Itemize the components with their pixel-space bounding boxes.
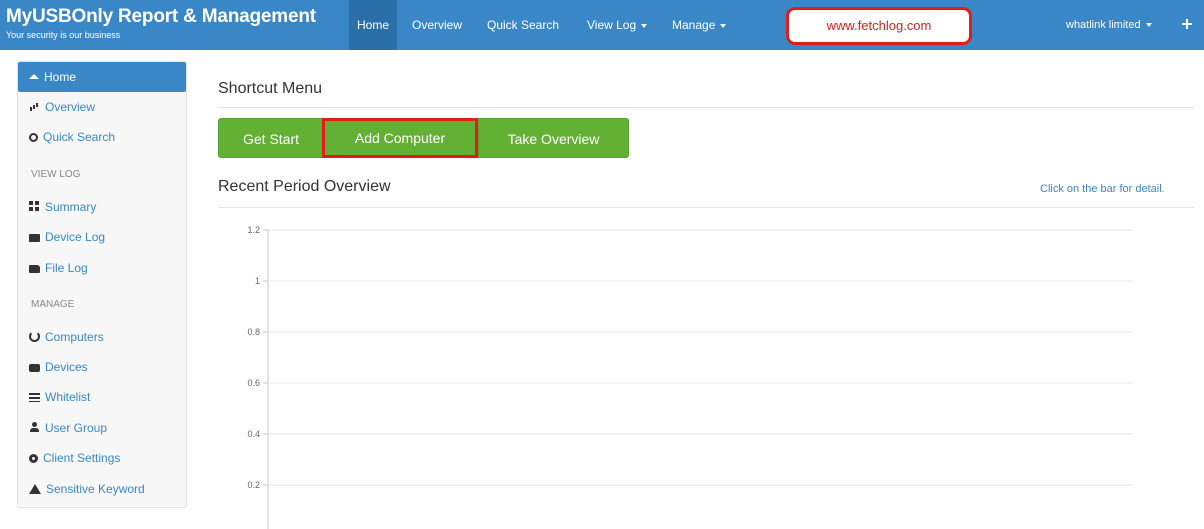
sidebar-item-label: Whitelist [45,390,91,404]
sidebar-item-label: Home [44,70,77,84]
drive-icon [29,234,40,242]
sidebar: Home Overview Quick Search VIEW LOG Summ… [17,61,187,508]
bar-chart-icon [29,101,40,112]
user-icon [29,422,40,433]
sidebar-item-device-log[interactable]: Device Log [18,222,186,252]
sidebar-item-home[interactable]: Home [18,62,186,92]
y-tick-label: 1.2 [247,225,260,235]
nav-overview-label: Overview [412,18,463,32]
sidebar-item-label: Overview [45,100,96,114]
nav-home[interactable]: Home [349,0,398,50]
folder-open-icon [29,265,40,273]
overview-chart[interactable]: 1.2 1 0.8 0.6 0.4 0.2 [218,215,1158,529]
divider [218,107,1194,108]
sidebar-item-devices[interactable]: Devices [18,352,186,382]
warning-icon [29,484,41,494]
user-menu[interactable]: whatlink limited [1066,0,1152,50]
sidebar-item-summary[interactable]: Summary [18,192,186,222]
y-tick-label: 0.6 [247,378,260,388]
y-tick-label: 0.2 [247,480,260,490]
get-start-button[interactable]: Get Start [218,118,324,158]
add-computer-label: Add Computer [327,123,473,153]
brand-subtitle: Your security is our business [6,30,121,40]
home-icon [29,74,39,79]
sidebar-item-whitelist[interactable]: Whitelist [18,382,186,412]
cog-icon [29,454,38,463]
nav-manage-label: Manage [672,18,716,32]
camera-icon [29,364,40,372]
sidebar-item-label: Computers [45,330,104,344]
sidebar-item-label: User Group [45,421,108,435]
sidebar-item-label: Sensitive Keyword [46,482,145,496]
nav-home-label: Home [357,18,390,32]
sidebar-header-manage: MANAGE [31,299,75,310]
nav-view-log[interactable]: View Log [587,0,648,50]
y-tick-label: 0.8 [247,327,260,337]
sidebar-item-label: Device Log [45,230,106,244]
sidebar-item-user-group[interactable]: User Group [18,413,186,443]
chart-hint-link[interactable]: Click on the bar for detail. [1040,183,1165,195]
chevron-down-icon [1145,23,1152,28]
nav-quick-search[interactable]: Quick Search [487,0,559,50]
y-tick-label: 0.4 [247,429,260,439]
shortcut-menu-title: Shortcut Menu [218,80,323,97]
sidebar-item-quick-search[interactable]: Quick Search [18,122,186,152]
take-overview-button[interactable]: Take Overview [478,118,629,158]
nav-overview[interactable]: Overview [412,0,462,50]
chevron-down-icon [641,23,648,28]
nav-view-log-label: View Log [587,18,637,32]
top-navbar: MyUSBOnly Report & Management Your secur… [0,0,1204,50]
sidebar-item-label: Client Settings [43,451,121,465]
brand-title: MyUSBOnly Report & Management [6,6,316,27]
sidebar-item-label: Devices [45,360,88,374]
sidebar-item-file-log[interactable]: File Log [18,253,186,283]
y-tick-label: 1 [255,276,260,286]
sidebar-item-sensitive-keyword[interactable]: Sensitive Keyword [18,474,186,504]
site-url-badge: www.fetchlog.com [786,7,972,45]
brand[interactable]: MyUSBOnly Report & Management Your secur… [6,6,316,40]
sidebar-item-label: Summary [45,200,97,214]
sidebar-item-overview[interactable]: Overview [18,92,186,122]
recent-overview-title: Recent Period Overview [218,178,391,195]
user-menu-label: whatlink limited [1066,19,1141,31]
sidebar-header-view-log: VIEW LOG [31,169,81,180]
add-computer-button[interactable]: Add Computer [322,118,478,158]
nav-manage[interactable]: Manage [672,0,727,50]
grid-icon [29,201,40,212]
chevron-down-icon [720,23,727,28]
nav-quick-search-label: Quick Search [487,18,560,32]
divider [218,207,1194,208]
power-icon [29,331,40,342]
search-icon [29,133,38,142]
sidebar-item-client-settings[interactable]: Client Settings [18,443,186,473]
list-icon [29,393,40,402]
plus-icon[interactable] [1180,17,1194,31]
sidebar-item-label: Quick Search [43,130,116,144]
sidebar-item-label: File Log [45,261,88,275]
sidebar-item-computers[interactable]: Computers [18,322,186,352]
